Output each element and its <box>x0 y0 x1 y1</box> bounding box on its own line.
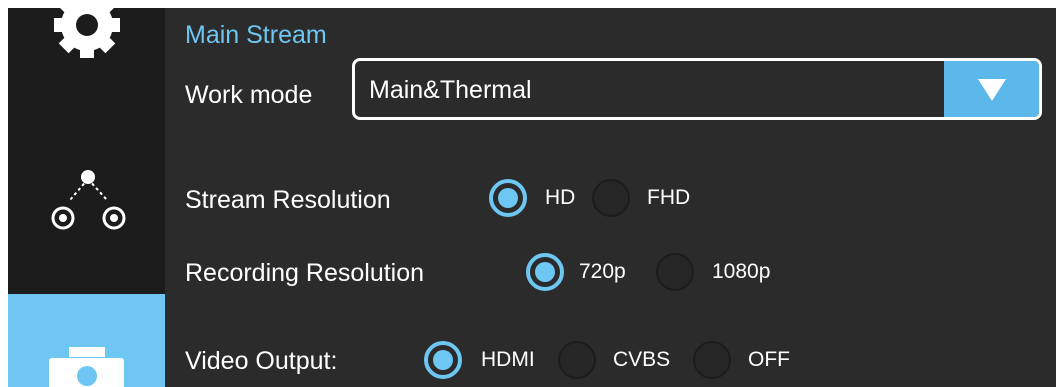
work-mode-label: Work mode <box>185 81 313 109</box>
radio-label: 720p <box>579 260 626 283</box>
video-output-label: Video Output: <box>185 347 338 375</box>
camera-settings-window: Main Stream Work mode Main&Thermal Strea… <box>8 8 1056 387</box>
recording-resolution-option-720p[interactable]: 720p <box>526 250 646 294</box>
section-title: Main Stream <box>185 21 327 49</box>
sidebar-item-network[interactable] <box>8 158 165 248</box>
dropdown-toggle-button[interactable] <box>944 61 1039 117</box>
recording-resolution-option-1080p[interactable]: 1080p <box>656 250 796 294</box>
camera-icon <box>49 347 124 387</box>
radio-unselected-icon <box>592 179 630 217</box>
sidebar-item-camera[interactable] <box>8 294 165 387</box>
gear-icon <box>54 8 120 58</box>
radio-selected-icon <box>424 341 462 379</box>
video-output-option-cvbs[interactable]: CVBS <box>558 338 683 382</box>
work-mode-value: Main&Thermal <box>369 76 532 104</box>
stream-resolution-option-hd[interactable]: HD <box>489 176 584 220</box>
radio-unselected-icon <box>693 341 731 379</box>
recording-resolution-label: Recording Resolution <box>185 259 425 287</box>
main-stream-panel: Main Stream Work mode Main&Thermal Strea… <box>165 8 1056 387</box>
radio-selected-icon <box>489 179 527 217</box>
radio-label: CVBS <box>613 348 671 371</box>
work-mode-dropdown[interactable]: Main&Thermal <box>352 58 1042 120</box>
radio-selected-icon <box>526 253 564 291</box>
triangle-down-icon <box>978 79 1006 101</box>
radio-label: FHD <box>647 186 691 209</box>
radio-unselected-icon <box>656 253 694 291</box>
radio-label: HD <box>545 186 576 209</box>
video-output-option-hdmi[interactable]: HDMI <box>424 338 549 382</box>
stream-resolution-option-fhd[interactable]: FHD <box>592 176 702 220</box>
radio-label: 1080p <box>712 260 771 283</box>
sidebar <box>8 8 165 387</box>
radio-unselected-icon <box>558 341 596 379</box>
network-nodes-icon <box>51 170 126 230</box>
radio-label: HDMI <box>481 348 535 371</box>
stream-resolution-label: Stream Resolution <box>185 186 391 214</box>
radio-label: OFF <box>748 348 790 371</box>
video-output-option-off[interactable]: OFF <box>693 338 790 382</box>
sidebar-item-settings[interactable] <box>8 8 165 66</box>
